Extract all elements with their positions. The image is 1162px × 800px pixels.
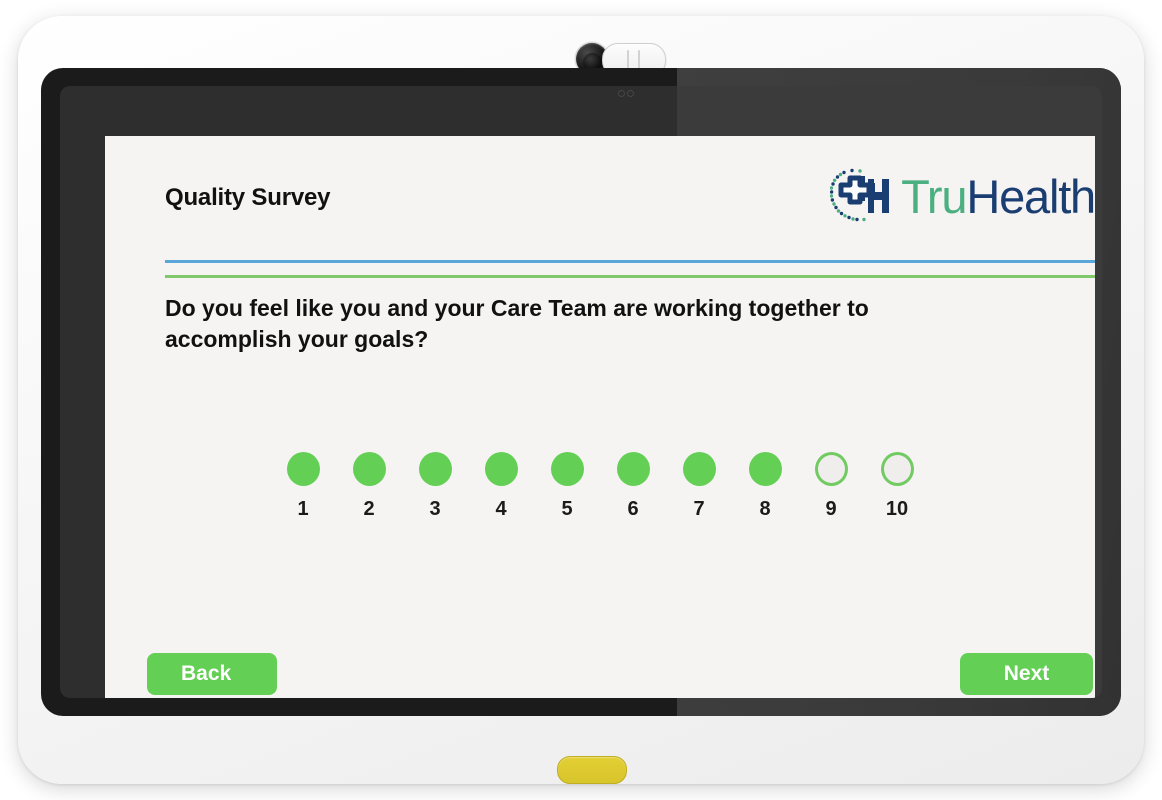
rating-dot-9[interactable] — [814, 452, 848, 486]
rating-dot-1[interactable] — [286, 452, 320, 486]
rating-dot-4[interactable] — [484, 452, 518, 486]
rating-label-1: 1 — [297, 498, 309, 520]
rating-option-4[interactable]: 4 — [482, 452, 520, 521]
rating-option-6[interactable]: 6 — [614, 452, 652, 521]
rating-dot-5[interactable] — [550, 452, 584, 486]
rating-dot-10[interactable] — [880, 452, 914, 486]
rating-label-10: 10 — [885, 498, 909, 520]
rating-option-2[interactable]: 2 — [350, 452, 388, 521]
rating-option-5[interactable]: 5 — [548, 452, 586, 521]
page-header: Quality Survey TruHealth — [105, 162, 1095, 232]
rating-label-9: 9 — [825, 498, 837, 520]
back-button[interactable]: Back — [147, 653, 277, 695]
rating-option-3[interactable]: 3 — [416, 452, 454, 521]
truhealth-cross-logo-icon — [830, 168, 890, 222]
rating-label-7: 7 — [693, 498, 705, 520]
tablet-screen: Quality Survey TruHealth Do you feel lik… — [105, 136, 1095, 698]
divider-green — [165, 275, 1095, 278]
brand-name-part1: Tru — [901, 169, 967, 223]
rating-dot-7[interactable] — [682, 452, 716, 486]
rating-label-5: 5 — [561, 498, 573, 520]
home-button[interactable] — [557, 756, 627, 784]
speaker-grille-icon — [613, 89, 643, 97]
rating-option-10[interactable]: 10 — [878, 452, 916, 521]
screen-inner-frame: Quality Survey TruHealth Do you feel lik… — [60, 86, 1102, 698]
rating-option-1[interactable]: 1 — [284, 452, 322, 521]
rating-dot-6[interactable] — [616, 452, 650, 486]
survey-page: Quality Survey TruHealth Do you feel lik… — [105, 136, 1095, 698]
rating-scale: 1 2 3 4 5 6 7 8 9 10 — [105, 452, 1095, 521]
rating-dot-2[interactable] — [352, 452, 386, 486]
screen-bezel: Quality Survey TruHealth Do you feel lik… — [41, 68, 1121, 716]
rating-option-8[interactable]: 8 — [746, 452, 784, 521]
brand-logo: TruHealth — [830, 168, 1095, 224]
rating-label-8: 8 — [759, 498, 771, 520]
survey-question: Do you feel like you and your Care Team … — [165, 295, 869, 352]
rating-option-7[interactable]: 7 — [680, 452, 718, 521]
rating-option-9[interactable]: 9 — [812, 452, 850, 521]
rating-dot-3[interactable] — [418, 452, 452, 486]
tablet-device-shell: Quality Survey TruHealth Do you feel lik… — [18, 16, 1144, 784]
page-title: Quality Survey — [165, 184, 331, 211]
rating-label-6: 6 — [627, 498, 639, 520]
rating-label-3: 3 — [429, 498, 441, 520]
brand-name-part2: Health — [966, 169, 1095, 223]
next-button[interactable]: Next — [960, 653, 1093, 695]
rating-dot-8[interactable] — [748, 452, 782, 486]
brand-name: TruHealth — [901, 173, 1095, 220]
rating-label-4: 4 — [495, 498, 507, 520]
rating-label-2: 2 — [363, 498, 375, 520]
divider-blue — [165, 260, 1095, 263]
